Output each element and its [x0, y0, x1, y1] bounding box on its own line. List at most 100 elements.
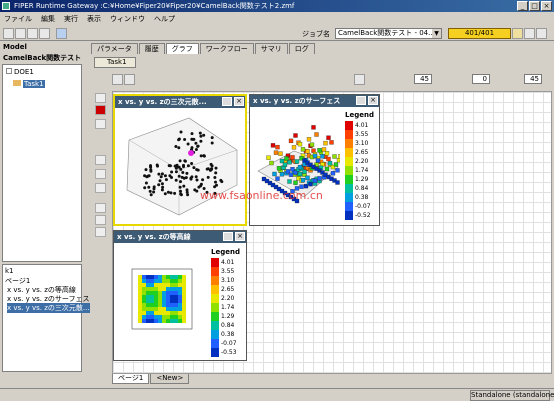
- new-icon[interactable]: [3, 28, 14, 39]
- tab-graph[interactable]: グラフ: [165, 43, 199, 54]
- close-button[interactable]: ×: [541, 1, 552, 11]
- contour-cell: [166, 307, 170, 311]
- close-icon[interactable]: ×: [234, 97, 244, 106]
- scatter-point: [208, 168, 212, 172]
- zoom-in-icon[interactable]: [95, 203, 106, 213]
- scatter-point: [170, 170, 174, 174]
- contour-cell: [170, 287, 174, 291]
- scatter-chart-window[interactable]: x vs. y vs. zの三次元散... ×: [113, 94, 247, 226]
- rotate-x-input[interactable]: 45: [414, 74, 432, 84]
- surface-cell: [333, 162, 339, 167]
- contour-cell: [138, 315, 142, 319]
- select-tool-icon[interactable]: [95, 93, 106, 103]
- export-icon[interactable]: [356, 96, 366, 105]
- scatter-point: [147, 185, 151, 189]
- contour-chart-window[interactable]: x vs. y vs. zの等高線 × Legend 4.01 3.55 3.10 2…: [113, 230, 247, 361]
- scatter-point: [152, 190, 156, 194]
- menu-edit[interactable]: 編集: [41, 13, 55, 25]
- scatter-point: [178, 159, 182, 163]
- stop-icon[interactable]: [524, 28, 535, 39]
- legend-swatch: [211, 330, 219, 339]
- tree-label: Task1: [23, 80, 45, 88]
- subtab-task1[interactable]: Task1: [94, 57, 136, 68]
- contour-cell: [182, 275, 186, 279]
- menu-window[interactable]: ウィンドウ: [110, 13, 145, 25]
- surface-chart-window[interactable]: x vs. y vs. zのサーフェス × Legend 4.01 3.55 3.1…: [249, 94, 380, 226]
- contour-cell: [158, 275, 162, 279]
- contour-cell: [158, 279, 162, 283]
- tree-item-task1[interactable]: Task1: [13, 80, 45, 88]
- contour-cell: [174, 275, 178, 279]
- pause-icon[interactable]: [536, 28, 547, 39]
- legend-label: 0.84: [355, 185, 369, 192]
- contour-cell: [182, 319, 186, 323]
- color-tool-icon[interactable]: [95, 105, 106, 115]
- scatter-point: [182, 165, 185, 169]
- scatter-point: [199, 182, 203, 186]
- surface-cell: [276, 166, 282, 171]
- rotate-z-input[interactable]: 45: [524, 74, 542, 84]
- graph-item-scatter[interactable]: x vs. y vs. zの三次元散...: [7, 303, 90, 313]
- menu-file[interactable]: ファイル: [4, 13, 32, 25]
- zoom-reset-icon[interactable]: [95, 227, 106, 237]
- contour-cell: [154, 315, 158, 319]
- grid-icon[interactable]: [124, 74, 135, 85]
- page-tab-1[interactable]: ページ1: [112, 374, 150, 384]
- legend-label: 3.10: [221, 277, 235, 284]
- tab-log[interactable]: ログ: [288, 43, 315, 54]
- contour-cell: [138, 303, 142, 307]
- legend-label: 1.74: [221, 304, 235, 311]
- scatter-point: [157, 172, 161, 176]
- contour-cell: [150, 303, 154, 307]
- surface-cell: [290, 155, 295, 160]
- contour-cell: [174, 279, 178, 283]
- legend-swatch: [211, 258, 219, 267]
- scatter-point: [160, 188, 164, 192]
- tab-summary[interactable]: サマリ: [254, 43, 288, 54]
- tree-item-doe1[interactable]: DOE1: [6, 68, 34, 76]
- surface-cell: [275, 176, 280, 181]
- export-icon[interactable]: [222, 97, 232, 106]
- zoom-box-icon[interactable]: [95, 169, 106, 179]
- close-icon[interactable]: ×: [368, 96, 378, 105]
- close-icon[interactable]: ×: [235, 232, 245, 241]
- contour-cell: [178, 299, 182, 303]
- export-icon[interactable]: [223, 232, 233, 241]
- page-tab-new[interactable]: <New>: [150, 374, 190, 384]
- edit-tool-icon[interactable]: [95, 119, 106, 129]
- save-icon[interactable]: [27, 28, 38, 39]
- menu-view[interactable]: 表示: [87, 13, 101, 25]
- contour-cell: [138, 311, 142, 315]
- contour-cell: [138, 295, 142, 299]
- run-icon[interactable]: [56, 28, 67, 39]
- add-chart-icon[interactable]: [112, 74, 123, 85]
- contour-cell: [178, 311, 182, 315]
- legend-label: 0.38: [221, 331, 235, 338]
- folder-icon[interactable]: [512, 28, 523, 39]
- hand-tool-icon[interactable]: [95, 155, 106, 165]
- contour-cell: [138, 275, 142, 279]
- surface-cell: [273, 150, 279, 155]
- zoom-out-icon[interactable]: [95, 215, 106, 225]
- menu-help[interactable]: ヘルプ: [154, 13, 175, 25]
- menu-run[interactable]: 実行: [64, 13, 78, 25]
- rotate-y-input[interactable]: 0: [472, 74, 490, 84]
- surface-plot: [257, 125, 340, 204]
- scatter-point: [174, 170, 178, 174]
- rotate-x-icon[interactable]: [354, 74, 365, 85]
- minimize-button[interactable]: _: [517, 1, 528, 11]
- job-select[interactable]: CamelBack関数テスト - 04... ▼: [335, 28, 442, 39]
- chart-icon[interactable]: [39, 28, 50, 39]
- rotate-tool-icon[interactable]: [95, 183, 106, 193]
- contour-cell: [182, 287, 186, 291]
- graph-root[interactable]: k1: [5, 267, 14, 275]
- tab-parameters[interactable]: パラメータ: [91, 43, 138, 54]
- job-progress: 401/401: [448, 28, 511, 39]
- tab-history[interactable]: 履歴: [138, 43, 165, 54]
- open-icon[interactable]: [15, 28, 26, 39]
- maximize-button[interactable]: □: [529, 1, 540, 11]
- contour-cell: [170, 299, 174, 303]
- tab-workflow[interactable]: ワークフロー: [199, 43, 254, 54]
- scatter-point: [169, 191, 173, 195]
- scatter-point: [149, 165, 153, 169]
